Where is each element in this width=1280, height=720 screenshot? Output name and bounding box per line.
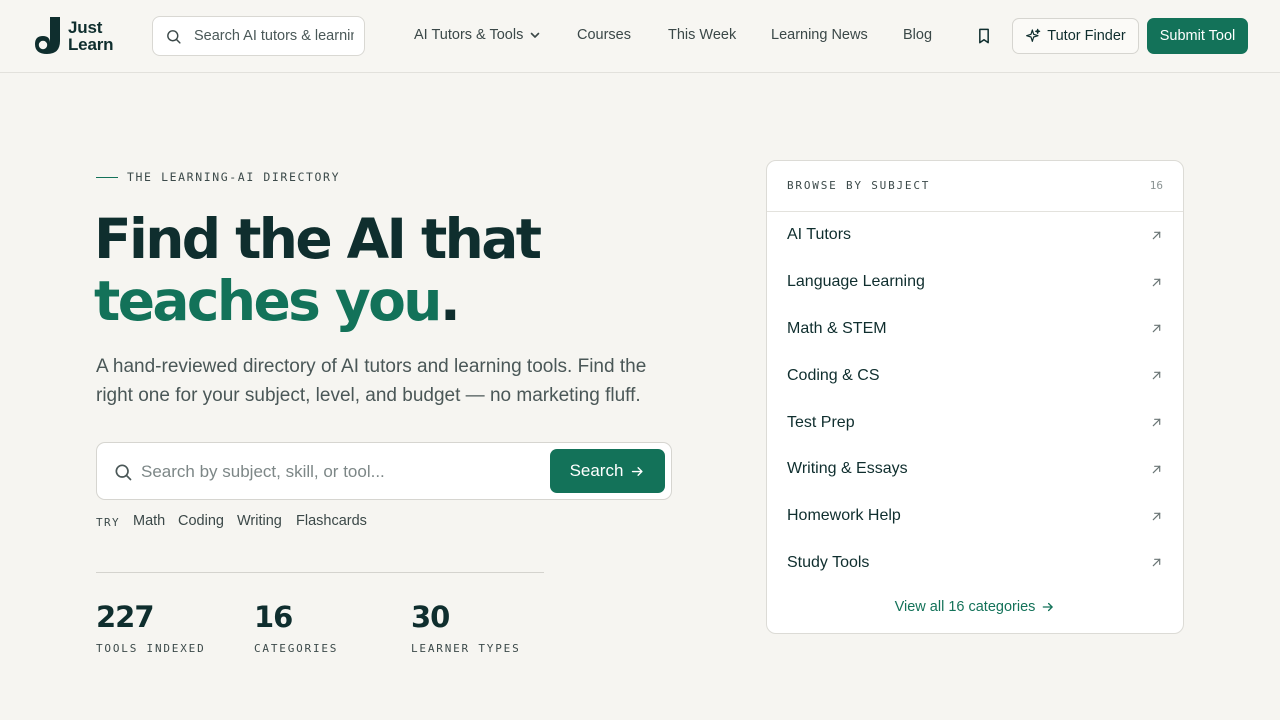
arrow-right-icon [1043,602,1054,612]
stat-categories: 16 CATEGORIES [254,600,338,655]
header-search-input[interactable] [194,28,354,44]
arrow-up-right-icon [1152,418,1161,427]
hero-eyebrow: THE LEARNING-AI DIRECTORY [96,170,340,184]
nav-item-this-week[interactable]: This Week [668,27,736,43]
nav-item-learning-news[interactable]: Learning News [771,27,868,43]
nav-item-blog[interactable]: Blog [903,27,932,43]
nav-item-label: AI Tutors & Tools [414,27,524,43]
sparkle-icon [1026,28,1041,42]
category-item-writing-essays[interactable]: Writing & Essays [767,446,1183,493]
hero-search-box[interactable]: Search [96,442,672,500]
stat-label: CATEGORIES [254,642,339,655]
tutor-finder-button[interactable]: Tutor Finder [1012,18,1139,54]
brand-line-2: Learn [68,35,114,54]
top-navigation-bar: Just Learn AI Tutors & Tools Courses Thi… [0,0,1280,73]
category-label: Test Prep [787,413,855,431]
header-search-box[interactable] [152,16,365,56]
stats-divider [96,572,544,573]
category-item-study-tools[interactable]: Study Tools [767,540,1183,587]
arrow-up-right-icon [1152,371,1161,380]
try-chip-flashcards[interactable]: Flashcards [296,513,367,529]
arrow-up-right-icon [1152,278,1161,286]
view-all-categories-link[interactable]: View all 16 categories [767,599,1183,615]
submit-tool-button[interactable]: Submit Tool [1147,18,1248,54]
headline-line-2: teaches you. [94,270,539,332]
browse-by-subject-card: BROWSE BY SUBJECT 16 AI Tutors Language … [766,160,1184,634]
category-label: Coding & CS [787,366,880,384]
arrow-up-right-icon [1152,559,1161,567]
category-item-coding-cs[interactable]: Coding & CS [767,352,1183,399]
category-label: Study Tools [787,553,870,571]
stat-value: 30 [411,600,450,634]
category-item-test-prep[interactable]: Test Prep [767,399,1183,446]
search-icon [167,29,181,44]
search-button-label: Search [569,461,624,480]
stat-value: 227 [96,600,155,634]
chevron-down-icon [531,32,540,38]
bookmarks-button[interactable] [974,26,994,46]
stat-label: LEARNER TYPES [411,642,521,655]
bookmark-icon [979,28,989,44]
category-item-math-stem[interactable]: Math & STEM [767,306,1183,353]
headline-line-1: Find the AI that [94,207,542,271]
eyebrow-rule [96,176,118,178]
hero-subtitle: A hand-reviewed directory of AI tutors a… [96,356,647,406]
arrow-up-right-icon [1152,231,1161,240]
arrow-right-icon [632,466,643,476]
logo-mark-icon [35,17,60,54]
stat-value: 16 [254,600,293,634]
view-all-label: View all 16 categories [894,599,1036,615]
stat-tools-indexed: 227 TOOLS INDEXED [96,600,206,655]
arrow-up-right-icon [1152,465,1161,474]
arrow-up-right-icon [1152,512,1161,520]
try-chip-writing[interactable]: Writing [237,513,282,529]
eyebrow-text: THE LEARNING-AI DIRECTORY [127,170,341,184]
category-label: Homework Help [787,507,901,525]
category-item-ai-tutors[interactable]: AI Tutors [767,212,1183,259]
brand-wordmark: Just Learn [68,19,113,53]
search-icon [115,464,132,481]
card-title: BROWSE BY SUBJECT [787,179,931,192]
hero-search-input[interactable] [141,459,531,485]
stat-label: TOOLS INDEXED [96,642,206,655]
category-item-language-learning[interactable]: Language Learning [767,259,1183,306]
headline-highlight: teaches you [94,269,442,333]
category-item-homework-help[interactable]: Homework Help [767,493,1183,540]
headline-period: . [439,269,461,333]
stat-learner-types: 30 LEARNER TYPES [411,600,521,655]
hero-search-button[interactable]: Search [550,449,665,493]
card-header: BROWSE BY SUBJECT 16 [767,161,1183,212]
category-label: Writing & Essays [787,460,908,478]
tutor-finder-label: Tutor Finder [1047,28,1126,44]
category-label: Math & STEM [787,319,887,337]
nav-item-courses[interactable]: Courses [577,27,631,43]
hero-headline: Find the AI that teaches you. [94,207,542,332]
try-chip-coding[interactable]: Coding [178,513,224,529]
brand-logo[interactable]: Just Learn [32,17,124,55]
arrow-up-right-icon [1152,325,1161,333]
category-count: 16 [1149,179,1163,192]
brand-line-1: Just [68,18,103,37]
try-chip-math[interactable]: Math [133,513,165,529]
category-label: Language Learning [787,273,925,291]
submit-tool-label: Submit Tool [1159,28,1236,44]
nav-item-ai-tutors-tools[interactable]: AI Tutors & Tools [414,27,541,43]
try-label: TRY [96,516,121,529]
category-label: AI Tutors [787,226,852,244]
category-list: AI Tutors Language Learning Math & STEM … [767,212,1183,586]
